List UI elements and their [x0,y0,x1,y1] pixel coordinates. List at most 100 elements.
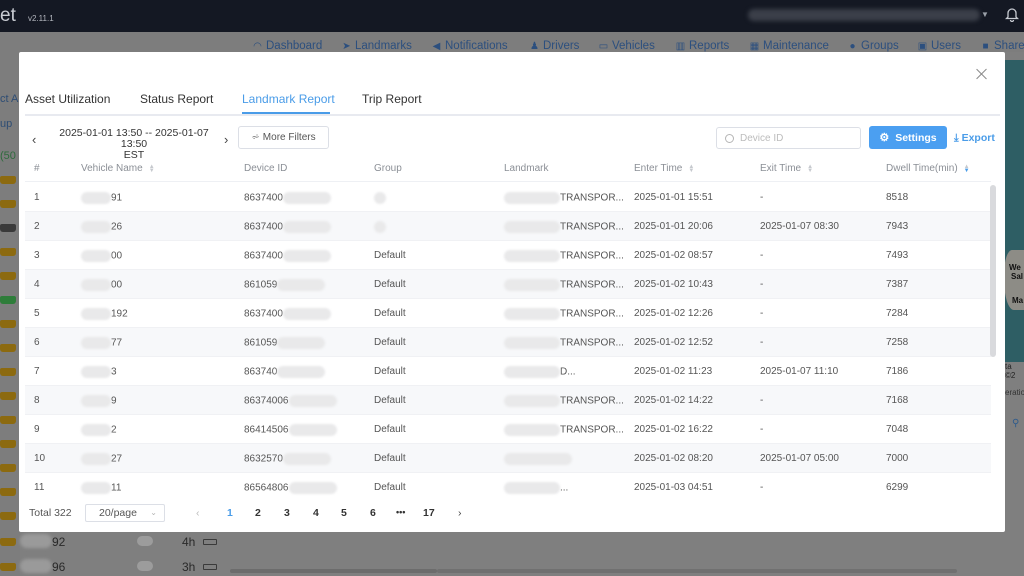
truck-icon [0,176,16,184]
account-menu[interactable] [748,9,980,21]
nav-drivers[interactable]: ♟ Drivers [529,40,579,52]
previous-page-button[interactable]: ‹ [196,507,200,519]
enter-time-cell: 2025-01-01 15:51 [634,192,713,203]
page-size-select[interactable]: 20/page ⌄ [85,504,165,522]
device-id-cell: 8637400 [244,192,331,204]
table-header: # Vehicle Name ▲ ▼ Device ID Group Landmar… [25,156,991,182]
table-row[interactable]: 11 11 86564806 Default... 2025-01-03 04:51 - 6… [25,473,991,501]
nav-landmarks[interactable]: ➤ Landmarks [341,40,412,52]
scrollbar-thumb[interactable] [990,185,996,357]
exit-time-cell: 2025-01-07 05:00 [760,453,839,464]
column-header-vehicle-name[interactable]: Vehicle Name ▲ ▼ [81,163,155,174]
background-vehicle-row[interactable]: 92 4h [0,531,230,553]
table-row[interactable]: 6 77 861059 Default TRANSPOR... 2025-01-02 12… [25,328,991,357]
enter-time-cell: 2025-01-02 14:22 [634,395,713,406]
table-row[interactable]: 7 3 863740 Default D... 2025-01-02 11:23 2025-… [25,357,991,386]
next-range-button[interactable]: › [224,132,228,147]
table-scrollbar[interactable] [990,183,998,501]
background-scrollbar[interactable] [437,569,957,573]
tab-asset-utilization[interactable]: Asset Utilization [25,92,110,106]
redacted-text [288,395,337,407]
exit-time-cell: - [760,192,764,203]
search-icon [725,133,734,143]
redacted-text [504,337,560,349]
dwell-time-cell: 7186 [886,366,909,377]
redacted-text [277,337,326,349]
page-17[interactable]: 17 [423,507,435,519]
truck-icon [0,296,16,304]
redacted-text [288,424,337,436]
nav-notifications[interactable]: ◀ Notifications [431,40,508,52]
table-row[interactable]: 5 192 8637400 Default TRANSPOR... 2025-01-02 … [25,299,991,328]
tab-trip-report[interactable]: Trip Report [362,92,422,106]
group-cell: Default [374,482,406,493]
redacted-text [504,279,560,291]
background-vehicle-row[interactable]: 96 3h [0,556,230,576]
page-6[interactable]: 6 [370,507,376,519]
location-pin-icon[interactable]: ⚲ [1012,418,1019,429]
tab-landmark-report[interactable]: Landmark Report [242,92,335,106]
nav-reports[interactable]: ▥ Reports [675,40,730,52]
previous-range-button[interactable]: ‹ [32,132,36,147]
enter-time-cell: 2025-01-02 08:57 [634,250,713,261]
page-4[interactable]: 4 [313,507,319,519]
page-3[interactable]: 3 [284,507,290,519]
device-id-cell: 861059 [244,279,326,291]
sort-icon[interactable]: ▲ ▼ [807,164,813,174]
exit-time-cell: - [760,279,764,290]
nav-groups[interactable]: ● Groups [847,40,898,52]
table-row[interactable]: 8 9 86374006 Default TRANSPOR... 2025-01-02 1… [25,386,991,415]
background-vehicle-list [0,52,20,576]
total-count: Total 322 [29,507,72,519]
table-row[interactable]: 2 26 8637400 TRANSPOR... 2025-01-01 20:06 202… [25,212,991,241]
table-row[interactable]: 3 00 8637400 Default TRANSPOR... 2025-01-02 0… [25,241,991,270]
device-id-input[interactable] [740,132,850,144]
close-icon[interactable] [976,68,988,80]
more-filters-button[interactable]: ⩫ More Filters [238,126,329,149]
export-button[interactable]: ⤓ Export [954,132,995,145]
device-id-search[interactable] [716,127,861,149]
table-row[interactable]: 10 27 8632570 Default 2025-01-02 08:20 2025-0… [25,444,991,473]
redacted-text [282,250,331,262]
table-row[interactable]: 9 2 86414506 Default TRANSPOR... 2025-01-02 1… [25,415,991,444]
redacted-text [81,221,111,233]
exit-time-cell: - [760,250,764,261]
next-page-button[interactable]: › [458,507,462,519]
brand-logo-text: et [0,5,16,26]
caret-down-icon[interactable]: ▼ [981,10,989,19]
redacted-text [81,366,111,378]
nav-share[interactable]: ■ Share [980,40,1024,52]
redacted-text [504,221,560,233]
table-row[interactable]: 4 00 861059 Default TRANSPOR... 2025-01-02 10… [25,270,991,299]
page-1[interactable]: 1 [227,507,233,519]
exit-time-cell: 2025-01-07 08:30 [760,221,839,232]
landmark-cell: TRANSPOR... [504,221,624,233]
background-scrollbar[interactable] [230,569,437,573]
row-index: 4 [34,279,40,290]
map-label: We [1009,263,1021,272]
nav-dashboard[interactable]: ◠ Dashboard [252,40,322,52]
page-5[interactable]: 5 [341,507,347,519]
sort-icon[interactable]: ▲ ▼ [149,164,155,174]
column-header-landmark: Landmark [504,163,549,174]
background-map[interactable] [1005,60,1024,362]
column-header-enter-time[interactable]: Enter Time ▲ ▼ [634,163,694,174]
nav-maintenance[interactable]: ▦ Maintenance [749,40,829,52]
truck-icon [0,563,16,571]
tab-status-report[interactable]: Status Report [140,92,213,106]
page-2[interactable]: 2 [255,507,261,519]
landmark-cell: D... [504,366,576,378]
dwell-time-cell: 7943 [886,221,909,232]
settings-button[interactable]: ⚙ Settings [869,126,947,149]
chevron-down-icon: ⌄ [150,508,157,517]
page-ellipsis[interactable]: ••• [396,507,405,517]
nav-vehicles[interactable]: ▭ Vehicles [598,40,655,52]
bell-icon[interactable] [1005,6,1019,22]
sort-icon[interactable]: ▲ ▼ [688,164,694,174]
table-row[interactable]: 1 91 8637400 TRANSPOR... 2025-01-01 15:51 - 85… [25,183,991,212]
row-index: 9 [34,424,40,435]
column-header-dwell-time[interactable]: Dwell Time(min) ▲ ▼ [886,163,970,174]
sort-desc-icon[interactable]: ▲ ▼ [964,164,970,174]
nav-users[interactable]: ▣ Users [917,40,961,52]
column-header-exit-time[interactable]: Exit Time ▲ ▼ [760,163,813,174]
